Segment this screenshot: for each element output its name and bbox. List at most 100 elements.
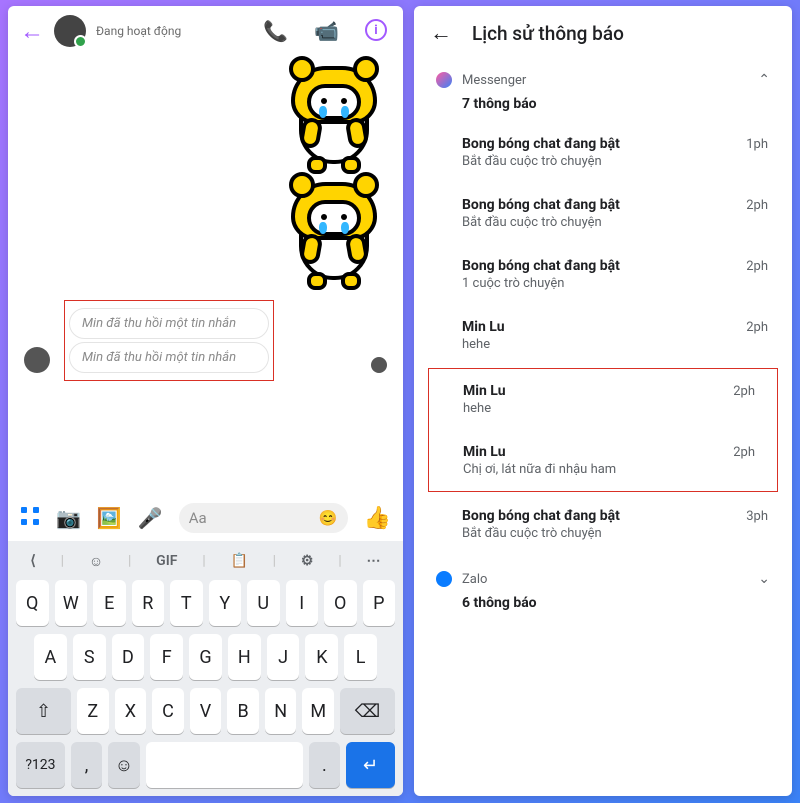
messenger-screen: ← Đang hoạt động 📞 📹 i Min đã thu hồi mộ <box>8 6 403 796</box>
notif-time: 2ph <box>746 320 768 335</box>
more-apps-icon[interactable] <box>20 506 40 531</box>
notif-subtitle: Bắt đầu cuộc trò chuyện <box>462 154 770 169</box>
seen-avatar <box>371 357 387 373</box>
like-icon[interactable]: 👍 <box>364 506 391 531</box>
key-s[interactable]: S <box>73 634 106 680</box>
notification-item[interactable]: Bong bóng chat đang bật Bắt đầu cuộc trò… <box>416 183 790 244</box>
notification-item[interactable]: Min Lu hehe 2ph <box>416 305 790 366</box>
key-c[interactable]: C <box>152 688 184 734</box>
mic-icon[interactable]: 🎤 <box>138 506 163 530</box>
notification-history-screen: ← Lịch sử thông báo Messenger ⌃ 7 thông … <box>414 6 792 796</box>
contact-avatar[interactable] <box>54 15 86 47</box>
notif-subtitle: hehe <box>463 401 757 416</box>
space-key[interactable] <box>146 742 303 788</box>
key-d[interactable]: D <box>112 634 145 680</box>
emoji-key[interactable]: ☺ <box>108 742 139 788</box>
key-q[interactable]: Q <box>16 580 49 626</box>
notif-title: Min Lu <box>463 444 757 460</box>
key-z[interactable]: Z <box>77 688 109 734</box>
kbd-gif-button[interactable]: GIF <box>156 553 177 570</box>
kbd-expand-icon[interactable]: ⟨ <box>30 553 35 570</box>
period-key[interactable]: . <box>309 742 340 788</box>
chevron-down-icon[interactable]: ⌄ <box>758 571 770 587</box>
key-m[interactable]: M <box>302 688 334 734</box>
kbd-more-icon[interactable]: ⋯ <box>367 553 381 570</box>
info-icon[interactable]: i <box>365 19 387 41</box>
keyboard-row-3: ⇧ ZXCVBNM ⌫ <box>12 688 399 734</box>
message-placeholder: Aa <box>189 509 319 527</box>
shift-key[interactable]: ⇧ <box>16 688 71 734</box>
key-b[interactable]: B <box>227 688 259 734</box>
back-icon[interactable]: ← <box>430 20 452 46</box>
notification-item[interactable]: Min Lu hehe 2ph <box>429 369 777 430</box>
messenger-app-icon <box>436 72 452 88</box>
app-count: 7 thông báo <box>436 88 770 116</box>
message-sticker[interactable] <box>18 62 393 172</box>
video-call-icon[interactable]: 📹 <box>314 19 339 43</box>
key-y[interactable]: Y <box>209 580 242 626</box>
key-k[interactable]: K <box>305 634 338 680</box>
key-o[interactable]: O <box>324 580 357 626</box>
notif-subtitle: Bắt đầu cuộc trò chuyện <box>462 526 770 541</box>
chevron-up-icon[interactable]: ⌃ <box>758 72 770 88</box>
key-f[interactable]: F <box>150 634 183 680</box>
notif-time: 1ph <box>746 137 768 152</box>
notif-title: Bong bóng chat đang bật <box>462 508 770 524</box>
chat-header: ← Đang hoạt động 📞 📹 i <box>8 6 403 54</box>
kbd-settings-icon[interactable]: ⚙ <box>301 553 314 570</box>
key-l[interactable]: L <box>344 634 377 680</box>
app-name: Zalo <box>462 572 748 587</box>
key-h[interactable]: H <box>228 634 261 680</box>
zalo-app-icon <box>436 571 452 587</box>
key-x[interactable]: X <box>115 688 147 734</box>
key-v[interactable]: V <box>190 688 222 734</box>
kbd-sticker-icon[interactable]: ☺ <box>89 553 103 570</box>
key-u[interactable]: U <box>247 580 280 626</box>
keyboard-row-4: ?123 , ☺ . ↵ <box>12 742 399 788</box>
kbd-clipboard-icon[interactable]: 📋 <box>230 553 247 570</box>
notif-time: 2ph <box>746 198 768 213</box>
key-r[interactable]: R <box>132 580 165 626</box>
notif-title: Bong bóng chat đang bật <box>462 197 770 213</box>
key-t[interactable]: T <box>170 580 203 626</box>
enter-key[interactable]: ↵ <box>346 742 395 788</box>
notif-subtitle: hehe <box>462 337 770 352</box>
recalled-message[interactable]: Min đã thu hồi một tin nhắn <box>69 308 269 339</box>
notification-item[interactable]: Min Lu Chị ơi, lát nữa đi nhậu ham 2ph <box>429 430 777 491</box>
notif-subtitle: Chị ơi, lát nữa đi nhậu ham <box>463 462 757 477</box>
camera-icon[interactable]: 📷 <box>56 506 81 530</box>
notif-title: Bong bóng chat đang bật <box>462 258 770 274</box>
notif-time: 2ph <box>733 445 755 460</box>
key-a[interactable]: A <box>34 634 67 680</box>
chat-area[interactable]: Min đã thu hồi một tin nhắn Min đã thu h… <box>8 54 403 495</box>
app-count: 6 thông báo <box>436 587 770 615</box>
call-icon[interactable]: 📞 <box>263 19 288 43</box>
nh-body[interactable]: Messenger ⌃ 7 thông báo Bong bóng chat đ… <box>414 56 792 796</box>
key-i[interactable]: I <box>286 580 319 626</box>
notification-item[interactable]: Bong bóng chat đang bật Bắt đầu cuộc trò… <box>416 494 790 555</box>
notification-item[interactable]: Bong bóng chat đang bật Bắt đầu cuộc trò… <box>416 122 790 183</box>
backspace-key[interactable]: ⌫ <box>340 688 395 734</box>
message-input[interactable]: Aa 😊 <box>179 503 348 533</box>
back-icon[interactable]: ← <box>20 17 44 46</box>
key-e[interactable]: E <box>93 580 126 626</box>
message-sticker[interactable] <box>18 178 393 288</box>
contact-status: Đang hoạt động <box>96 24 263 38</box>
sender-avatar[interactable] <box>24 347 50 373</box>
sticker-chimmy-icon <box>279 178 389 288</box>
notification-item[interactable]: Bong bóng chat đang bật 1 cuộc trò chuyệ… <box>416 244 790 305</box>
key-w[interactable]: W <box>55 580 88 626</box>
key-p[interactable]: P <box>363 580 396 626</box>
gallery-icon[interactable]: 🖼️ <box>97 506 122 530</box>
key-j[interactable]: J <box>267 634 300 680</box>
app-section-messenger[interactable]: Messenger ⌃ 7 thông báo <box>416 62 790 122</box>
page-title: Lịch sử thông báo <box>472 22 624 45</box>
symbols-key[interactable]: ?123 <box>16 742 65 788</box>
key-n[interactable]: N <box>265 688 297 734</box>
emoji-icon[interactable]: 😊 <box>319 509 338 527</box>
comma-key[interactable]: , <box>71 742 102 788</box>
sticker-chimmy-icon <box>279 62 389 172</box>
app-section-zalo[interactable]: Zalo ⌄ 6 thông báo <box>416 561 790 621</box>
key-g[interactable]: G <box>189 634 222 680</box>
notif-title: Min Lu <box>463 383 757 399</box>
